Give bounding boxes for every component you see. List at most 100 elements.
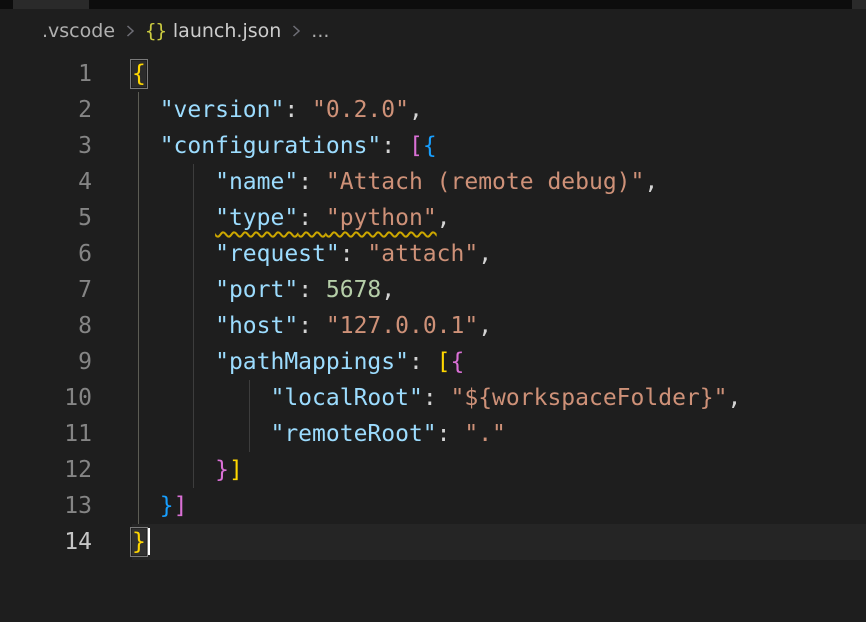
indent-guide — [193, 344, 194, 380]
code-token: : — [437, 421, 465, 447]
code-token: : — [298, 169, 326, 195]
code-line[interactable]: 5 "type": "python", — [0, 200, 866, 236]
code-line-text[interactable]: "port": 5678, — [132, 272, 866, 308]
code-token: "port" — [215, 277, 298, 303]
line-number[interactable]: 12 — [0, 452, 92, 488]
code-line[interactable]: 14} — [0, 524, 866, 560]
indent-guide — [138, 128, 139, 164]
line-number[interactable]: 9 — [0, 344, 92, 380]
code-token: "remoteRoot" — [270, 421, 436, 447]
code-lines: 1{2 "version": "0.2.0",3 "configurations… — [0, 56, 866, 560]
code-line[interactable]: 12 }] — [0, 452, 866, 488]
indent-guide — [138, 92, 139, 128]
indent-guide — [138, 488, 139, 524]
code-line-text[interactable]: }] — [132, 452, 866, 488]
tab[interactable] — [13, 0, 89, 9]
code-line-text[interactable]: "type": "python", — [132, 200, 866, 236]
line-number[interactable]: 5 — [0, 200, 92, 236]
indent-guide — [193, 200, 194, 236]
code-token: ] — [229, 457, 243, 483]
indent-guide — [138, 200, 139, 236]
code-token: : — [284, 97, 312, 123]
code-line-text[interactable]: "remoteRoot": "." — [132, 416, 866, 452]
indent-guide — [193, 164, 194, 200]
code-token: , — [478, 241, 492, 267]
code-line[interactable]: 9 "pathMappings": [{ — [0, 344, 866, 380]
indent-guide — [249, 380, 250, 416]
code-token: "." — [464, 421, 506, 447]
code-token: "127.0.0.1" — [326, 313, 478, 339]
code-token — [132, 97, 160, 123]
json-braces-icon: {} — [145, 20, 166, 42]
code-token — [132, 313, 215, 339]
indent-guide — [193, 236, 194, 272]
code-line[interactable]: 8 "host": "127.0.0.1", — [0, 308, 866, 344]
indent-guide — [138, 272, 139, 308]
code-line[interactable]: 11 "remoteRoot": "." — [0, 416, 866, 452]
code-token: { — [423, 133, 437, 159]
line-number[interactable]: 14 — [0, 524, 92, 560]
code-editor[interactable]: 1{2 "version": "0.2.0",3 "configurations… — [0, 53, 866, 622]
line-number[interactable]: 8 — [0, 308, 92, 344]
code-line-text[interactable]: { — [132, 56, 866, 92]
line-number[interactable]: 11 — [0, 416, 92, 452]
code-line-text[interactable]: }] — [132, 488, 866, 524]
code-line[interactable]: 7 "port": 5678, — [0, 272, 866, 308]
code-token: "type" — [215, 205, 298, 231]
line-number[interactable]: 2 — [0, 92, 92, 128]
indent-guide — [193, 308, 194, 344]
code-token — [132, 457, 215, 483]
breadcrumb-item-file[interactable]: {} launch.json — [145, 20, 281, 42]
line-number[interactable]: 13 — [0, 488, 92, 524]
code-token: : — [381, 133, 409, 159]
code-token: , — [381, 277, 395, 303]
code-line[interactable]: 3 "configurations": [{ — [0, 128, 866, 164]
code-token: "version" — [160, 97, 285, 123]
code-line[interactable]: 6 "request": "attach", — [0, 236, 866, 272]
code-token: "localRoot" — [270, 385, 422, 411]
code-token: "configurations" — [160, 133, 382, 159]
code-line-text[interactable]: "name": "Attach (remote debug)", — [132, 164, 866, 200]
indent-guide — [193, 380, 194, 416]
code-line-text[interactable]: "localRoot": "${workspaceFolder}", — [132, 380, 866, 416]
code-line-text[interactable]: "version": "0.2.0", — [132, 92, 866, 128]
code-token: : — [298, 313, 326, 339]
indent-guide — [138, 236, 139, 272]
code-line[interactable]: 2 "version": "0.2.0", — [0, 92, 866, 128]
matched-bracket: } — [132, 529, 146, 555]
code-line[interactable]: 1{ — [0, 56, 866, 92]
code-line[interactable]: 10 "localRoot": "${workspaceFolder}", — [0, 380, 866, 416]
code-token: : — [423, 385, 451, 411]
line-number[interactable]: 4 — [0, 164, 92, 200]
indent-guide — [138, 452, 139, 488]
code-line[interactable]: 13 }] — [0, 488, 866, 524]
line-number[interactable]: 1 — [0, 56, 92, 92]
code-token: , — [727, 385, 741, 411]
code-token: , — [409, 97, 423, 123]
code-token — [132, 277, 215, 303]
code-token: , — [644, 169, 658, 195]
line-number[interactable]: 3 — [0, 128, 92, 164]
tab[interactable] — [852, 0, 866, 9]
code-token — [132, 205, 215, 231]
code-line-text[interactable]: "request": "attach", — [132, 236, 866, 272]
code-line[interactable]: 4 "name": "Attach (remote debug)", — [0, 164, 866, 200]
code-token — [132, 493, 160, 519]
code-token: "pathMappings" — [215, 349, 409, 375]
breadcrumb-item-folder[interactable]: .vscode — [42, 20, 115, 42]
code-line-text[interactable]: "host": "127.0.0.1", — [132, 308, 866, 344]
code-token — [132, 169, 215, 195]
code-line-text[interactable]: "pathMappings": [{ — [132, 344, 866, 380]
line-number[interactable]: 10 — [0, 380, 92, 416]
indent-guide — [193, 272, 194, 308]
code-token — [132, 133, 160, 159]
matched-bracket: { — [132, 61, 146, 87]
code-line-text[interactable]: } — [132, 524, 866, 560]
line-number[interactable]: 7 — [0, 272, 92, 308]
code-line-text[interactable]: "configurations": [{ — [132, 128, 866, 164]
code-token: : — [298, 205, 326, 231]
line-number[interactable]: 6 — [0, 236, 92, 272]
breadcrumb-item-ellipsis[interactable]: ... — [311, 20, 329, 42]
code-token: "${workspaceFolder}" — [451, 385, 728, 411]
text-cursor — [148, 528, 150, 555]
